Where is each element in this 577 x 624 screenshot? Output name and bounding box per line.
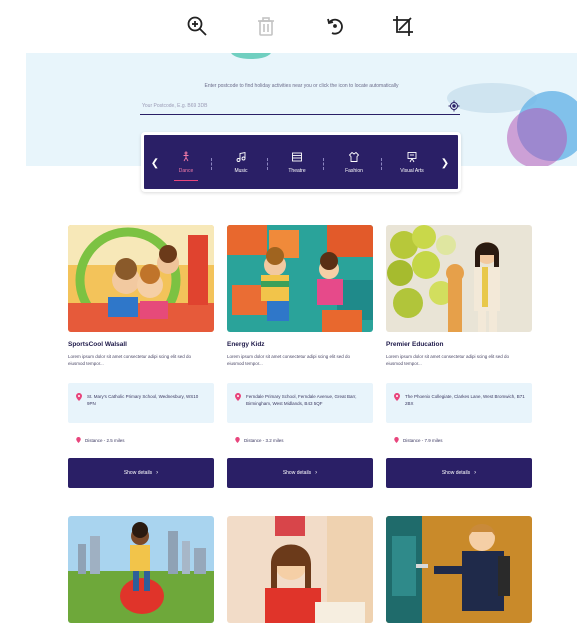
category-carousel: ❮ Dance Music Theatre Fashion Visual Art… bbox=[141, 132, 461, 192]
show-details-button[interactable]: Show details › bbox=[386, 458, 532, 488]
divider bbox=[211, 158, 212, 170]
chevron-left-icon[interactable]: ❮ bbox=[150, 157, 160, 171]
divider bbox=[323, 158, 324, 170]
visual-arts-icon bbox=[407, 152, 417, 163]
active-indicator bbox=[174, 179, 198, 181]
activity-photo bbox=[227, 225, 373, 332]
location-pin-icon bbox=[235, 393, 241, 401]
postcode-search bbox=[140, 97, 460, 115]
children-soft-play-image bbox=[227, 225, 373, 332]
category-label: Theatre bbox=[288, 168, 306, 174]
address-box: St. Mary's Catholic Primary School, Wedn… bbox=[68, 383, 214, 423]
distance-icon bbox=[76, 437, 81, 443]
theatre-icon bbox=[292, 152, 302, 162]
distance-icon bbox=[394, 437, 399, 443]
show-details-button[interactable]: Show details › bbox=[68, 458, 214, 488]
card-description: Lorem ipsum dolor sit amet consectetur a… bbox=[68, 354, 192, 366]
button-label: Show details bbox=[282, 470, 312, 476]
category-label: Fashion bbox=[345, 168, 363, 174]
category-visual-arts[interactable]: Visual Arts bbox=[392, 147, 432, 183]
zoom-in-icon[interactable] bbox=[184, 13, 210, 39]
chevron-right-icon[interactable]: ❯ bbox=[440, 157, 450, 171]
child-reading-image bbox=[227, 516, 373, 623]
locate-icon[interactable] bbox=[448, 100, 460, 112]
card-address: The Phoenix Collegiate, Clarkes Lane, We… bbox=[405, 394, 525, 406]
card-description: Lorem ipsum dolor sit amet consectetur a… bbox=[227, 354, 351, 366]
chevron-right-icon: › bbox=[315, 470, 318, 476]
activity-photo bbox=[386, 225, 532, 332]
search-hint: Enter postcode to find holiday activitie… bbox=[204, 83, 399, 89]
address-box: Ferndale Primary School, Ferndale Avenue… bbox=[227, 383, 373, 423]
category-label: Dance bbox=[178, 168, 194, 174]
postcode-input[interactable] bbox=[142, 100, 422, 112]
button-label: Show details bbox=[441, 470, 471, 476]
activity-photo bbox=[68, 516, 214, 623]
activity-photo bbox=[386, 516, 532, 623]
image-toolbar bbox=[0, 0, 577, 50]
distance-icon bbox=[235, 437, 240, 443]
card-description: Lorem ipsum dolor sit amet consectetur a… bbox=[386, 354, 510, 366]
card-title: SportsCool Walsall bbox=[68, 341, 127, 348]
card-address: Ferndale Primary School, Ferndale Avenue… bbox=[246, 394, 357, 406]
card-distance: Distance - 2.5 miles bbox=[85, 438, 125, 443]
category-dance[interactable]: Dance bbox=[166, 147, 206, 183]
chevron-right-icon: › bbox=[156, 470, 159, 476]
rotate-icon[interactable] bbox=[322, 13, 348, 39]
child-with-balloons-image bbox=[386, 225, 532, 332]
children-playground-image bbox=[68, 225, 214, 332]
activity-photo bbox=[227, 516, 373, 623]
distance-row: Distance - 7.9 miles bbox=[394, 437, 443, 443]
card-title: Premier Education bbox=[386, 341, 444, 348]
decorative-shape bbox=[231, 53, 271, 59]
category-label: Visual Arts bbox=[400, 168, 424, 174]
divider bbox=[267, 158, 268, 170]
category-music[interactable]: Music bbox=[221, 147, 261, 183]
chevron-right-icon: › bbox=[474, 470, 477, 476]
dance-icon bbox=[183, 151, 189, 162]
card-title: Energy Kidz bbox=[227, 341, 265, 348]
card-distance: Distance - 3.2 miles bbox=[244, 438, 284, 443]
distance-row: Distance - 3.2 miles bbox=[235, 437, 284, 443]
delete-icon[interactable] bbox=[253, 13, 279, 39]
crop-icon[interactable] bbox=[390, 13, 416, 39]
location-pin-icon bbox=[76, 393, 82, 401]
address-box: The Phoenix Collegiate, Clarkes Lane, We… bbox=[386, 383, 532, 423]
show-details-button[interactable]: Show details › bbox=[227, 458, 373, 488]
music-icon bbox=[236, 151, 246, 162]
card-distance: Distance - 7.9 miles bbox=[403, 438, 443, 443]
activity-photo bbox=[68, 225, 214, 332]
location-pin-icon bbox=[394, 393, 400, 401]
button-label: Show details bbox=[123, 470, 153, 476]
card-address: St. Mary's Catholic Primary School, Wedn… bbox=[87, 394, 199, 406]
category-theatre[interactable]: Theatre bbox=[277, 147, 317, 183]
category-fashion[interactable]: Fashion bbox=[334, 147, 374, 183]
divider bbox=[381, 158, 382, 170]
fashion-icon bbox=[348, 151, 360, 162]
distance-row: Distance - 2.5 miles bbox=[76, 437, 125, 443]
child-on-toy-image bbox=[68, 516, 214, 623]
category-label: Music bbox=[234, 168, 248, 174]
decorative-shape bbox=[507, 108, 567, 166]
child-at-door-image bbox=[386, 516, 532, 623]
